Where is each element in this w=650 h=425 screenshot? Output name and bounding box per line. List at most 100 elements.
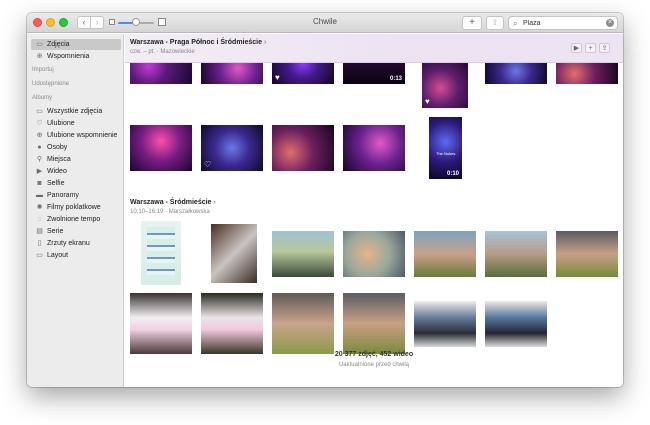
album-icon: ▭	[36, 252, 43, 259]
camera-icon: ◙	[37, 180, 42, 187]
sidebar-item-label: Serie	[47, 228, 64, 235]
plus-icon: +	[588, 45, 593, 52]
sidebar-item-label: Wideo	[47, 168, 67, 175]
chevron-right-icon: ›	[263, 39, 267, 46]
share-icon: ⇪	[601, 45, 608, 52]
play-icon: ▶	[573, 45, 580, 52]
sidebar-item-label: Zwolnione tempo	[47, 216, 101, 223]
photo-thumbnail[interactable]	[556, 231, 618, 277]
sidebar-item-label: Ulubione wspomnienie	[47, 132, 118, 139]
moment-date: czw. – pt.	[130, 49, 156, 55]
video-thumbnail[interactable]: The Nukes 0:10	[429, 117, 462, 179]
photo-thumbnail[interactable]	[272, 125, 334, 171]
moment-place[interactable]: Mazowieckie	[160, 49, 194, 55]
moment-title-text: Warszawa - Praga Północ i Śródmieście	[130, 39, 263, 46]
heart-icon: ♥	[425, 97, 430, 106]
sidebar-item-label: Panoramy	[47, 192, 79, 199]
sidebar-item-screenshots[interactable]: ▯ Zrzuty ekranu	[31, 238, 121, 249]
photo-thumbnail[interactable]	[211, 224, 257, 283]
photos-window: ‹ › Chwile + ⇪ ⌕ × ▭ Zdjęcia ⊕ Wspomnien…	[27, 13, 623, 387]
photo-thumbnail[interactable]	[343, 125, 405, 171]
add-button[interactable]: +	[462, 16, 482, 30]
slowmo-icon: ◌	[37, 216, 42, 223]
video-icon: ▶	[36, 168, 43, 175]
photo-thumbnail[interactable]	[485, 301, 547, 347]
photo-thumbnail[interactable]	[272, 231, 334, 277]
share-icon: ⇪	[491, 18, 499, 27]
sidebar-header-albums[interactable]: Albumy	[32, 95, 52, 101]
sidebar-item-label: Wszystkie zdjęcia	[47, 108, 103, 115]
sidebar-item-photos[interactable]: ▭ Zdjęcia	[31, 39, 121, 50]
chevron-right-icon: ›	[213, 199, 216, 206]
sidebar-item-label: Ulubione	[47, 120, 75, 127]
photo-thumbnail[interactable]	[343, 293, 405, 354]
sidebar-item-slowmo[interactable]: ◌ Zwolnione tempo	[31, 214, 121, 225]
heart-icon: ♡	[204, 160, 212, 169]
video-overlay-text: The Nukes	[436, 151, 456, 156]
moment-title[interactable]: Warszawa - Praga Północ i Śródmieście ›	[130, 39, 266, 46]
sidebar-item-selfies[interactable]: ◙ Selfie	[31, 178, 121, 189]
photo-thumbnail[interactable]	[485, 231, 547, 277]
memories-icon: ⊕	[36, 132, 43, 139]
plus-icon: +	[469, 17, 475, 28]
share-moment-button[interactable]: ⇪	[599, 43, 610, 53]
panorama-icon: ▬	[36, 192, 43, 199]
video-duration: 0:10	[446, 171, 459, 177]
person-icon: ●	[37, 144, 42, 151]
photo-thumbnail[interactable]	[130, 293, 192, 354]
sidebar-item-timelapse[interactable]: ✺ Filmy poklatkowe	[31, 202, 121, 213]
video-duration: 0:13	[389, 76, 402, 82]
heart-icon: ♡	[36, 120, 43, 127]
sidebar-item-layout[interactable]: ▭ Layout	[31, 250, 121, 261]
photo-thumbnail[interactable]	[141, 221, 181, 285]
moment-header: Warszawa - Praga Północ i Śródmieście › …	[125, 34, 623, 63]
photo-thumbnail[interactable]: ♡	[201, 125, 263, 171]
moment-time: 10:10–16:19	[130, 209, 164, 215]
library-updated-status: Uaktualnione przed chwilą	[338, 362, 410, 368]
sidebar-item-favorites[interactable]: ♡ Ulubione	[31, 118, 121, 129]
sidebar-item-bursts[interactable]: ▤ Serie	[31, 226, 121, 237]
sidebar-item-label: Zdjęcia	[47, 41, 70, 48]
search-field[interactable]: ⌕ ×	[508, 16, 618, 30]
sidebar: ▭ Zdjęcia ⊕ Wspomnienia Importuj Udostęp…	[27, 34, 124, 387]
album-icon: ▭	[36, 108, 43, 115]
moment-place[interactable]: Marszałkowska	[169, 209, 210, 215]
play-memory-button[interactable]: ▶	[571, 43, 582, 53]
sidebar-item-all-photos[interactable]: ▭ Wszystkie zdjęcia	[31, 106, 121, 117]
photo-thumbnail[interactable]	[414, 301, 476, 347]
pin-icon: ⚲	[36, 156, 43, 163]
sidebar-item-people[interactable]: ● Osoby	[31, 142, 121, 153]
moment-title[interactable]: Warszawa - Śródmieście ›	[130, 199, 216, 206]
sidebar-item-places[interactable]: ⚲ Miejsca	[31, 154, 121, 165]
photo-thumbnail[interactable]	[130, 125, 192, 171]
photos-icon: ▭	[36, 41, 43, 48]
library-count: 20 377 zdjęć, 452 wideo	[334, 351, 414, 358]
search-input[interactable]	[523, 18, 603, 28]
moment-title-text: Warszawa - Śródmieście	[130, 199, 212, 206]
sidebar-item-label: Selfie	[47, 180, 65, 187]
sidebar-item-label: Layout	[47, 252, 69, 259]
share-button[interactable]: ⇪	[486, 16, 504, 30]
photo-thumbnail[interactable]	[201, 293, 263, 354]
sidebar-item-label: Zrzuty ekranu	[47, 240, 90, 247]
sidebar-item-videos[interactable]: ▶ Wideo	[31, 166, 121, 177]
sidebar-item-label: Miejsca	[47, 156, 71, 163]
photo-thumbnail[interactable]	[414, 231, 476, 277]
clear-search-icon[interactable]: ×	[606, 19, 614, 27]
moment-subtitle: czw. – pt. · Mazowieckie	[130, 49, 195, 55]
sidebar-item-label: Wspomnienia	[47, 53, 90, 60]
heart-icon: ♥	[275, 73, 280, 82]
memories-icon: ⊕	[36, 53, 43, 60]
photo-thumbnail[interactable]	[343, 231, 405, 277]
photo-thumbnail[interactable]: ♥	[422, 58, 468, 108]
photo-thumbnail[interactable]	[272, 293, 334, 354]
sidebar-item-memories[interactable]: ⊕ Wspomnienia	[31, 51, 121, 62]
sidebar-header-shared[interactable]: Udostępnione	[32, 81, 69, 87]
add-to-button[interactable]: +	[585, 43, 596, 53]
moment-subtitle: 10:10–16:19 · Marszałkowska	[130, 209, 210, 215]
sidebar-header-import[interactable]: Importuj	[32, 67, 54, 73]
timelapse-icon: ✺	[36, 204, 43, 211]
sidebar-item-label: Osoby	[47, 144, 68, 151]
sidebar-item-favorite-memories[interactable]: ⊕ Ulubione wspomnienie	[31, 130, 121, 141]
sidebar-item-panoramas[interactable]: ▬ Panoramy	[31, 190, 121, 201]
